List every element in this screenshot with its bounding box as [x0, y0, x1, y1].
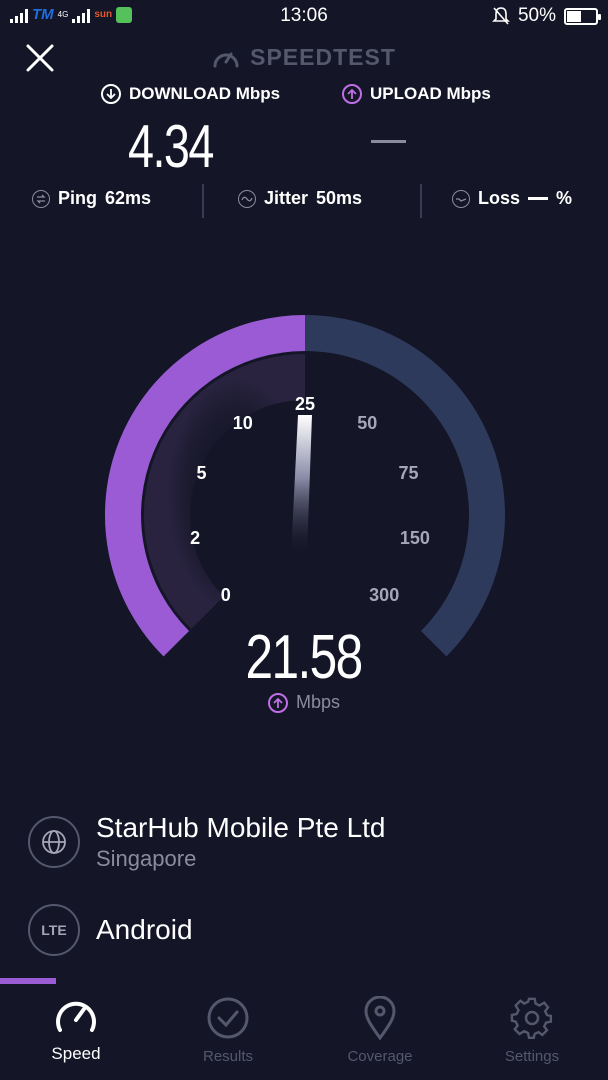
lte-badge: LTE	[41, 922, 67, 938]
loss-unit: %	[556, 188, 573, 208]
gauge-tick-label: 300	[369, 585, 399, 605]
gear-icon	[510, 997, 553, 1039]
unit-label: Mbps	[295, 692, 340, 712]
ping-label: Ping	[58, 188, 97, 208]
download-arrow-icon	[101, 84, 121, 104]
lte-icon: LTE	[28, 904, 80, 956]
gauge-tick-label: 150	[400, 528, 430, 548]
ping-metric: Ping 62ms	[32, 188, 151, 209]
speedometer-logo-icon	[213, 52, 239, 67]
nav-speed-label: Speed	[51, 1044, 101, 1063]
jitter-metric: Jitter 50ms	[238, 188, 362, 209]
loss-label: Loss	[478, 188, 521, 208]
provider-location: Singapore	[96, 846, 197, 871]
provider-name: StarHub Mobile Pte Ltd	[96, 812, 386, 843]
gauge-tick-label: 25	[295, 394, 315, 414]
download-value: 4.34	[128, 113, 214, 180]
gauge-tick-label: 5	[197, 463, 207, 483]
download-label-group: DOWNLOAD Mbps	[101, 84, 280, 104]
speedometer-icon	[56, 1001, 96, 1032]
gauge-needle	[291, 415, 312, 555]
result-labels: DOWNLOAD Mbps UPLOAD Mbps	[0, 84, 608, 110]
current-speed: 21.58	[0, 622, 608, 693]
nav-results-label: Results	[202, 1048, 254, 1065]
loss-value-placeholder	[528, 197, 549, 200]
jitter-label: Jitter	[264, 188, 309, 208]
nav-coverage-label: Coverage	[347, 1048, 413, 1065]
upload-label: UPLOAD Mbps	[370, 84, 491, 103]
gauge-tick-label: 0	[221, 585, 231, 605]
provider-text: StarHub Mobile Pte Ltd Singapore	[96, 812, 386, 872]
divider	[202, 184, 204, 218]
battery-percent: 50%	[517, 5, 556, 26]
device-row[interactable]: LTE Android	[28, 904, 193, 956]
current-speed-value: 21.58	[245, 623, 364, 692]
gauge-tick-label: 50	[357, 413, 377, 433]
brand-label: SPEEDTEST	[250, 44, 396, 70]
bottom-nav: Speed Results Coverage Settings	[0, 984, 608, 1080]
gauge-tick-label: 2	[190, 528, 200, 548]
gauge-tick-label: 75	[398, 463, 418, 483]
loss-metric: Loss %	[452, 188, 572, 209]
map-pin-icon	[364, 996, 396, 1040]
check-circle-icon	[207, 997, 249, 1039]
provider-row[interactable]: StarHub Mobile Pte Ltd Singapore	[28, 812, 386, 872]
nav-settings[interactable]: Settings	[472, 996, 592, 1065]
upload-label-group: UPLOAD Mbps	[342, 84, 491, 104]
jitter-icon	[238, 189, 256, 208]
bell-muted-icon	[492, 7, 510, 25]
upload-arrow-icon	[342, 84, 362, 104]
upload-value-placeholder	[371, 140, 406, 143]
battery-icon	[564, 7, 601, 25]
nav-settings-label: Settings	[504, 1048, 560, 1065]
app-brand: SPEEDTEST	[0, 44, 608, 71]
gauge-tick-label: 10	[233, 413, 253, 433]
status-bar: TM 4G sun 13:06 50%	[0, 0, 608, 34]
loss-icon	[452, 189, 470, 208]
upload-arrow-icon	[267, 692, 288, 713]
download-label: DOWNLOAD Mbps	[129, 84, 281, 103]
nav-results[interactable]: Results	[168, 996, 288, 1065]
ping-icon	[32, 189, 50, 208]
globe-icon	[28, 816, 80, 868]
status-right: 50%	[492, 5, 601, 27]
nav-speed[interactable]: Speed	[16, 996, 136, 1064]
current-speed-unit: Mbps	[0, 692, 608, 713]
device-name: Android	[96, 914, 193, 945]
nav-coverage[interactable]: Coverage	[320, 996, 440, 1065]
jitter-value: 50ms	[316, 188, 363, 208]
ping-value: 62ms	[105, 188, 152, 208]
metrics-row: Ping 62ms Jitter 50ms Loss %	[0, 184, 608, 218]
divider	[420, 184, 422, 218]
